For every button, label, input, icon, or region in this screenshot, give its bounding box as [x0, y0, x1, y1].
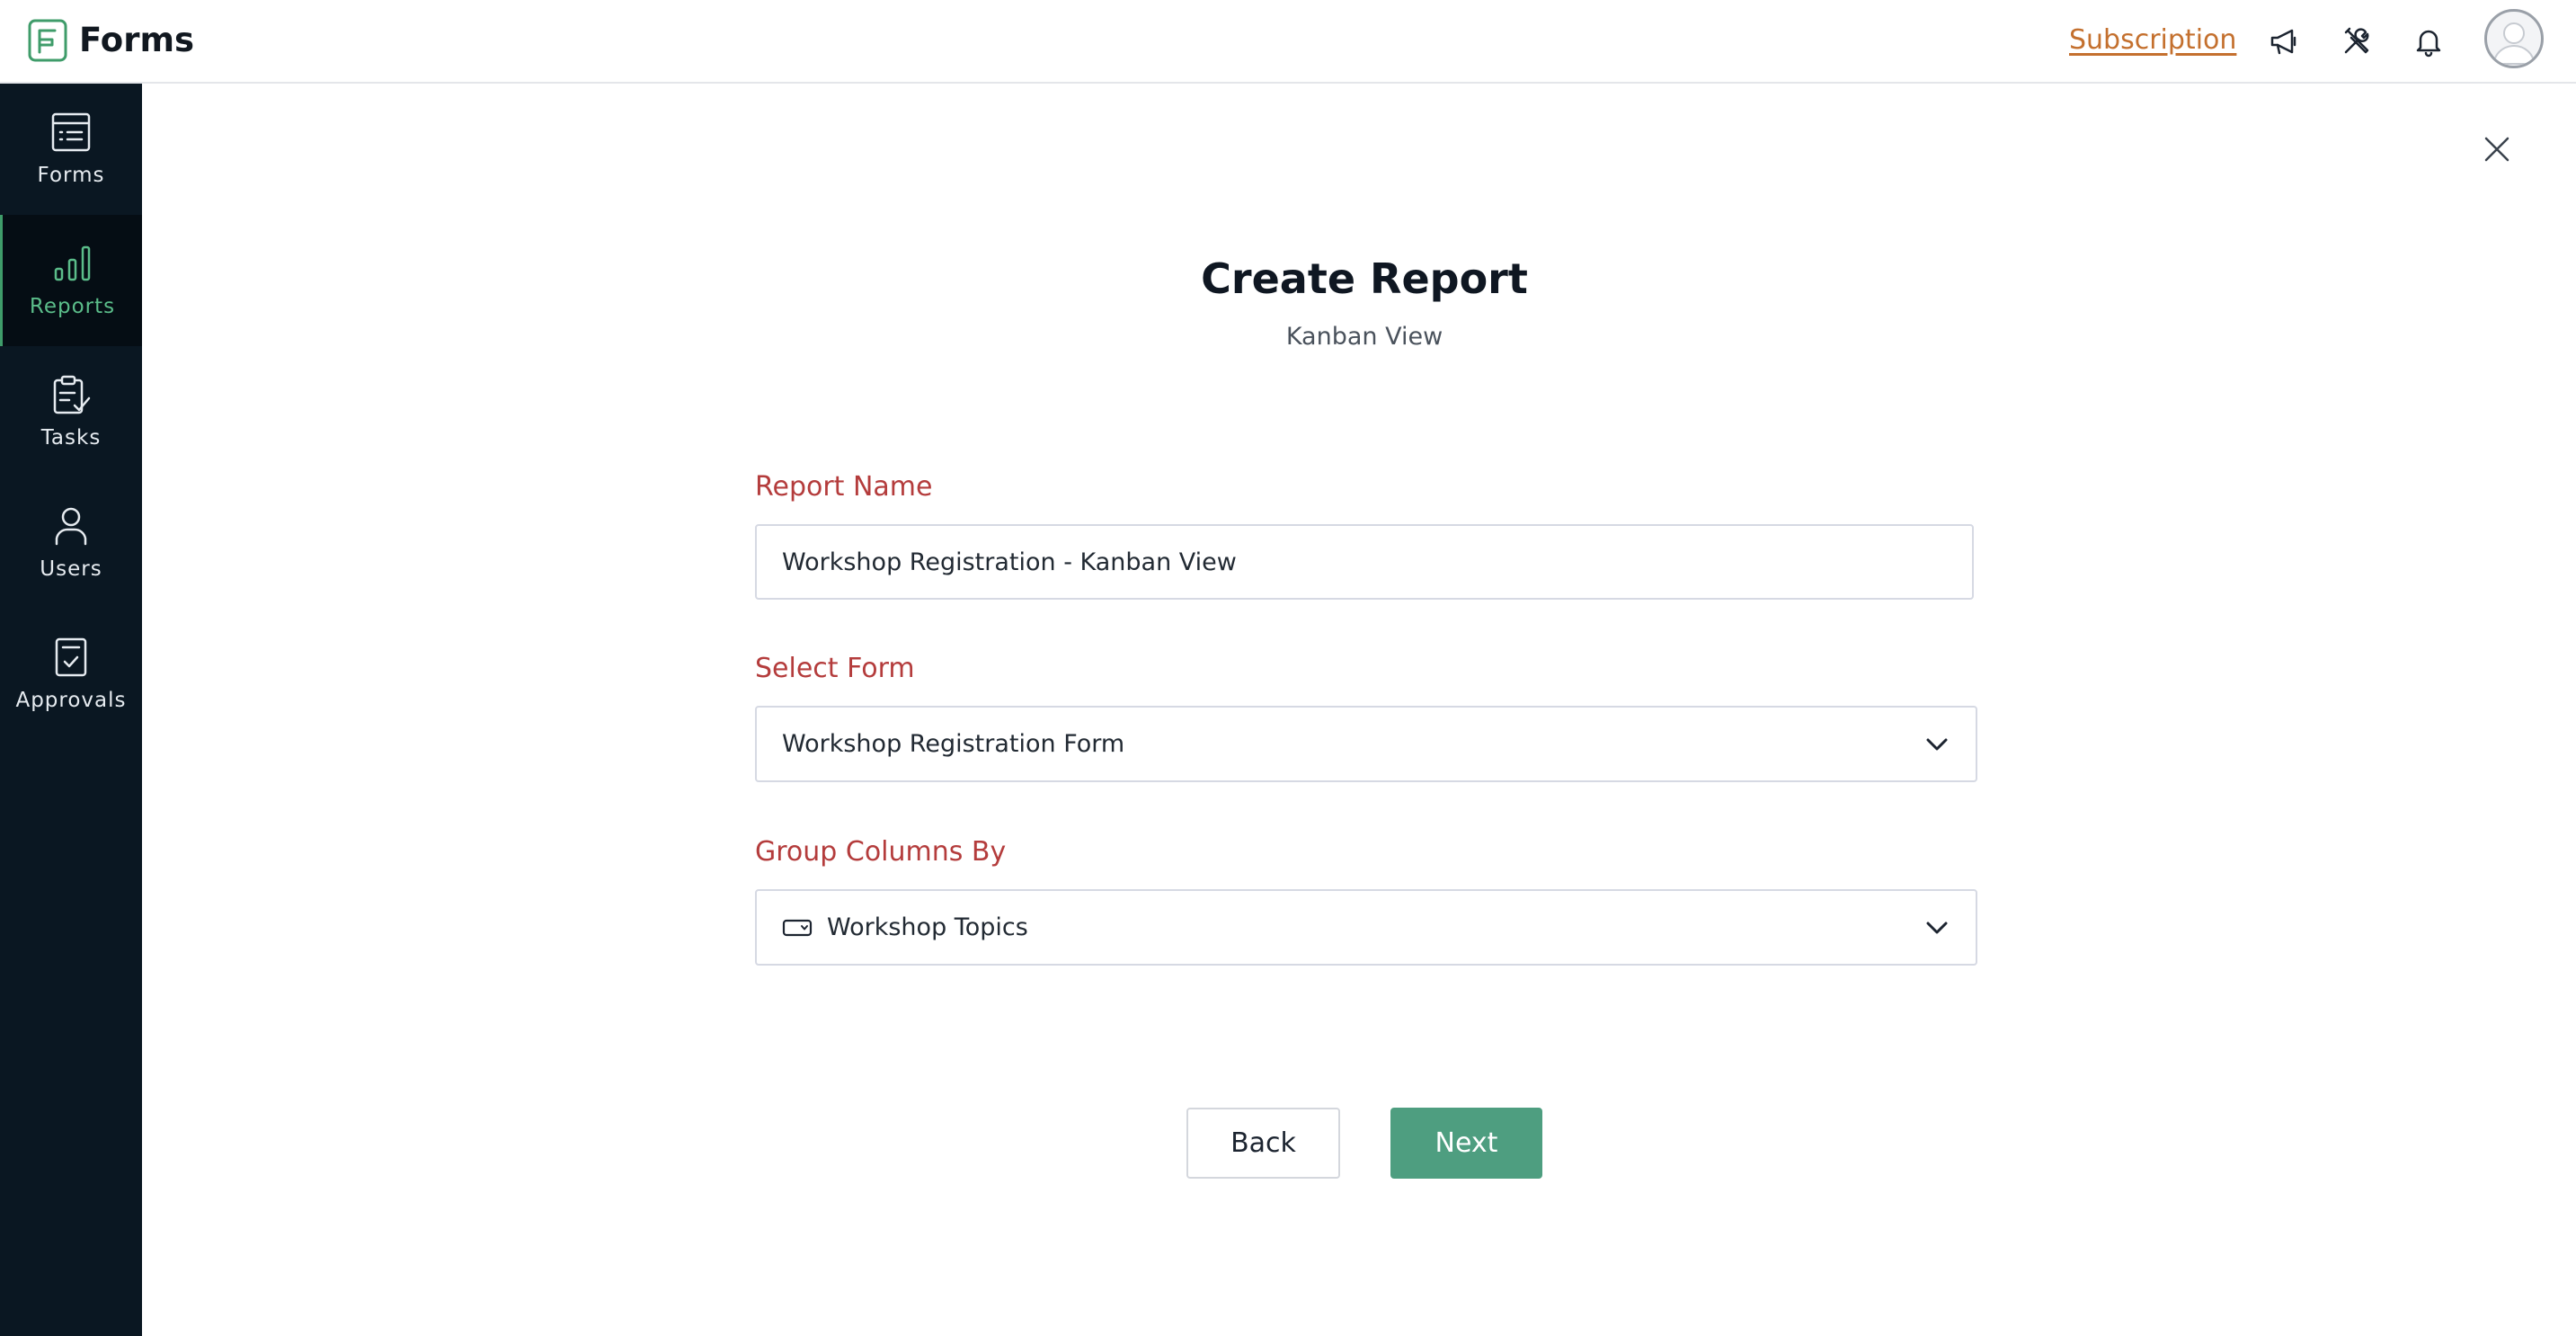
bell-icon[interactable]	[2409, 22, 2448, 61]
report-name-input[interactable]	[755, 524, 1974, 600]
select-form-dropdown[interactable]: Workshop Registration Form	[755, 706, 1977, 782]
tasks-icon	[53, 375, 91, 414]
sidebar-item-reports[interactable]: Reports	[0, 215, 142, 346]
group-columns-label: Group Columns By	[755, 836, 1007, 868]
next-button[interactable]: Next	[1390, 1108, 1542, 1179]
subscription-link[interactable]: Subscription	[2069, 22, 2236, 59]
select-form-label: Select Form	[755, 653, 915, 684]
group-columns-dropdown[interactable]: Workshop Topics	[755, 889, 1977, 966]
avatar[interactable]	[2484, 9, 2544, 68]
dropdown-field-icon	[782, 917, 813, 939]
page-title: Create Report	[1201, 254, 1528, 303]
back-button[interactable]: Back	[1186, 1108, 1340, 1179]
sidebar-item-label: Forms	[37, 164, 105, 187]
sidebar-item-label: Reports	[29, 295, 116, 318]
chevron-down-icon	[1923, 731, 1950, 758]
select-form-value: Workshop Registration Form	[782, 730, 1125, 758]
sidebar-item-label: Approvals	[15, 689, 127, 712]
top-bar: Forms Subscription	[0, 0, 2576, 84]
sidebar-item-forms[interactable]: Forms	[0, 84, 142, 215]
sidebar-item-approvals[interactable]: Approvals	[0, 609, 142, 740]
reports-icon	[54, 245, 90, 281]
chevron-down-icon	[1923, 914, 1950, 941]
users-icon	[55, 507, 87, 546]
page-subtitle: Kanban View	[1285, 323, 1443, 351]
group-columns-value: Workshop Topics	[827, 913, 1028, 941]
app-title: Forms	[79, 21, 195, 59]
sidebar-item-label: Users	[40, 557, 102, 581]
sidebar-item-users[interactable]: Users	[0, 477, 142, 609]
approvals-icon	[55, 637, 87, 677]
sidebar: Forms Reports Tasks Users Approvals	[0, 84, 142, 1336]
sidebar-item-label: Tasks	[40, 426, 102, 450]
forms-logo-icon[interactable]	[27, 18, 68, 63]
close-icon[interactable]	[2477, 129, 2517, 169]
forms-icon	[51, 112, 91, 152]
sidebar-item-tasks[interactable]: Tasks	[0, 346, 142, 477]
report-name-label: Report Name	[755, 471, 933, 503]
tools-icon[interactable]	[2337, 22, 2376, 61]
megaphone-icon[interactable]	[2264, 22, 2304, 61]
